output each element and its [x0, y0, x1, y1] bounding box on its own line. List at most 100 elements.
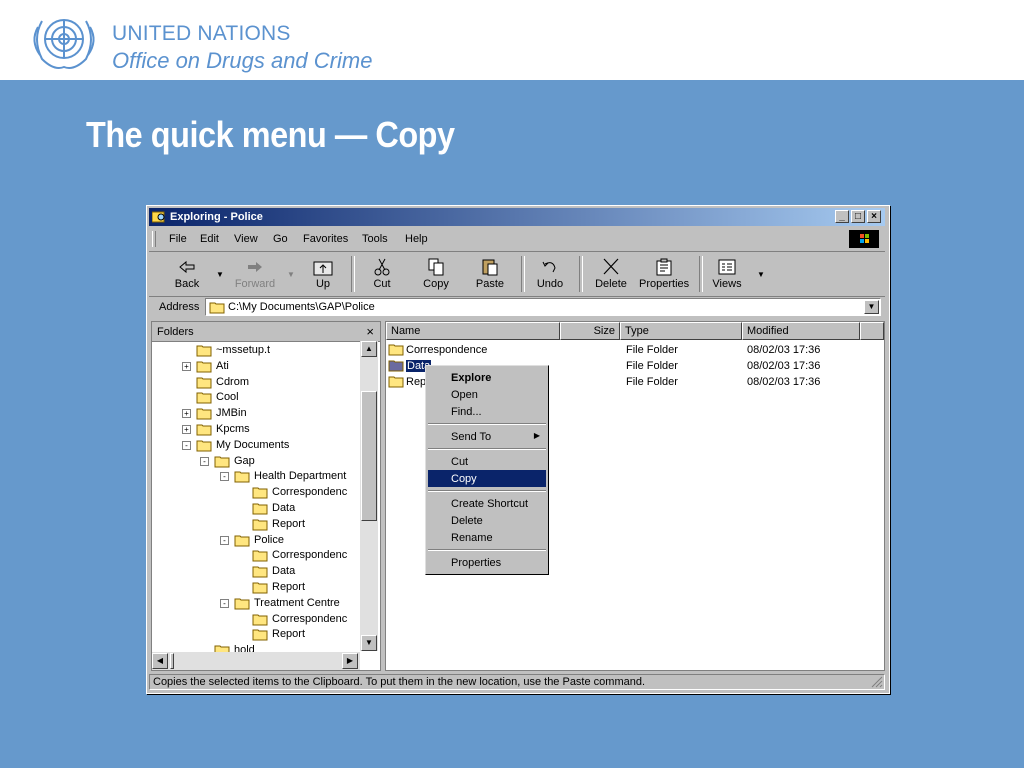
context-menu-explore[interactable]: Explore — [428, 369, 546, 386]
tree-item[interactable]: - My Documents — [152, 437, 358, 453]
tree-item[interactable]: + Kpcms — [152, 421, 358, 437]
expand-icon[interactable]: + — [182, 409, 191, 419]
menu-tools[interactable]: Tools — [362, 233, 388, 245]
context-menu-rename[interactable]: Rename — [428, 529, 546, 546]
cut-button[interactable]: Cut — [367, 258, 397, 290]
forward-label: Forward — [234, 278, 276, 290]
tree-item[interactable]: Cool — [152, 389, 358, 405]
window-titlebar[interactable]: Exploring - Police _ □ × — [149, 208, 885, 226]
collapse-icon[interactable]: - — [200, 456, 209, 466]
scroll-up-button[interactable]: ▲ — [361, 341, 377, 357]
scroll-down-button[interactable]: ▼ — [361, 635, 377, 651]
paste-label: Paste — [475, 278, 505, 290]
context-menu-label: Create Shortcut — [451, 498, 529, 510]
tree-item[interactable]: Correspondenc — [152, 611, 358, 627]
collapse-icon[interactable]: - — [182, 440, 191, 450]
context-menu-label: Properties — [451, 557, 502, 569]
folders-vertical-scrollbar[interactable]: ▲ ▼ — [360, 341, 378, 651]
views-dropdown-icon[interactable]: ▼ — [757, 270, 765, 279]
menu-separator — [428, 490, 546, 492]
scroll-left-button[interactable]: ◀ — [152, 653, 168, 669]
tree-item[interactable]: Report — [152, 516, 358, 532]
resize-grip-icon[interactable] — [871, 676, 883, 688]
tree-item[interactable]: ~mssetup.t — [152, 342, 358, 358]
tree-item[interactable]: - Health Department — [152, 468, 358, 484]
tree-item-label: Cdrom — [216, 375, 250, 388]
menu-grip — [152, 231, 156, 247]
delete-button[interactable]: Delete — [593, 258, 629, 290]
maximize-button[interactable]: □ — [851, 210, 865, 223]
tree-item[interactable]: - Treatment Centre — [152, 595, 358, 611]
scroll-right-button[interactable]: ▶ — [342, 653, 358, 669]
tree-item[interactable]: Report — [152, 626, 358, 642]
properties-button[interactable]: Properties — [639, 258, 689, 290]
column-header-modified[interactable]: Modified — [742, 322, 860, 340]
forward-dropdown-icon[interactable]: ▼ — [287, 270, 295, 279]
forward-button[interactable]: Forward — [231, 258, 279, 290]
tree-item-label: Report — [272, 517, 306, 530]
expand-icon[interactable]: + — [182, 361, 191, 371]
context-menu-send-to[interactable]: Send To ▶ — [428, 428, 546, 445]
menu-go[interactable]: Go — [273, 233, 288, 245]
collapse-icon[interactable]: - — [220, 598, 229, 608]
tree-item[interactable]: Data — [152, 500, 358, 516]
close-button[interactable]: × — [867, 210, 881, 223]
tree-item[interactable]: Correspondenc — [152, 484, 358, 500]
column-header-size[interactable]: Size — [560, 322, 620, 340]
folders-pane-title: Folders — [157, 326, 194, 338]
file-row[interactable]: Correspondence File Folder 08/02/03 17:36 — [386, 342, 884, 358]
menu-view[interactable]: View — [234, 233, 258, 245]
folder-icon — [388, 360, 404, 372]
tree-item[interactable]: Correspondenc — [152, 547, 358, 563]
file-type: File Folder — [626, 376, 678, 388]
copy-button[interactable]: Copy — [419, 258, 453, 290]
context-menu-delete[interactable]: Delete — [428, 512, 546, 529]
explorer-icon — [152, 211, 165, 223]
scroll-thumb[interactable] — [361, 391, 377, 521]
address-dropdown-button[interactable]: ▼ — [864, 300, 879, 314]
views-label: Views — [712, 278, 742, 290]
context-menu-create-shortcut[interactable]: Create Shortcut — [428, 495, 546, 512]
hscroll-thumb[interactable] — [170, 653, 174, 669]
folders-pane-close-icon[interactable]: × — [366, 324, 374, 339]
folder-icon — [196, 345, 212, 357]
back-button[interactable]: Back — [169, 258, 205, 290]
undo-button[interactable]: Undo — [533, 258, 567, 290]
folder-icon — [196, 408, 212, 420]
undo-label: Undo — [536, 278, 564, 290]
submenu-arrow-icon: ▶ — [533, 431, 540, 440]
menu-edit[interactable]: Edit — [200, 233, 219, 245]
address-bar: Address C:\My Documents\GAP\Police ▼ — [149, 296, 885, 317]
tree-item[interactable]: Cdrom — [152, 374, 358, 390]
menu-file[interactable]: File — [169, 233, 187, 245]
tree-item-label: Gap — [234, 454, 255, 467]
collapse-icon[interactable]: - — [220, 535, 229, 545]
views-button[interactable]: Views — [709, 258, 745, 290]
column-header-name[interactable]: Name — [386, 322, 560, 340]
tree-item[interactable]: Data — [152, 563, 358, 579]
minimize-button[interactable]: _ — [835, 210, 849, 223]
collapse-icon[interactable]: - — [220, 472, 229, 482]
menu-favorites[interactable]: Favorites — [303, 233, 348, 245]
tree-item[interactable]: + Ati — [152, 358, 358, 374]
context-menu-copy[interactable]: Copy — [428, 470, 546, 487]
tree-item[interactable]: - Gap — [152, 453, 358, 469]
up-button[interactable]: Up — [305, 258, 341, 290]
tree-item[interactable]: Report — [152, 579, 358, 595]
tree-item[interactable]: + JMBin — [152, 405, 358, 421]
context-menu-find[interactable]: Find... — [428, 403, 546, 420]
column-header-type[interactable]: Type — [620, 322, 742, 340]
folders-horizontal-scrollbar[interactable]: ◀ ▶ — [152, 652, 360, 670]
context-menu-cut[interactable]: Cut — [428, 453, 546, 470]
properties-label: Properties — [639, 278, 690, 290]
context-menu-properties[interactable]: Properties — [428, 554, 546, 571]
paste-button[interactable]: Paste — [473, 258, 507, 290]
tree-item-label: Correspondenc — [272, 486, 348, 499]
folder-icon — [196, 361, 212, 373]
expand-icon[interactable]: + — [182, 425, 191, 434]
menu-help[interactable]: Help — [405, 233, 428, 245]
back-dropdown-icon[interactable]: ▼ — [216, 270, 224, 279]
address-input[interactable]: C:\My Documents\GAP\Police ▼ — [205, 298, 881, 316]
context-menu-open[interactable]: Open — [428, 386, 546, 403]
tree-item[interactable]: - Police — [152, 532, 358, 548]
